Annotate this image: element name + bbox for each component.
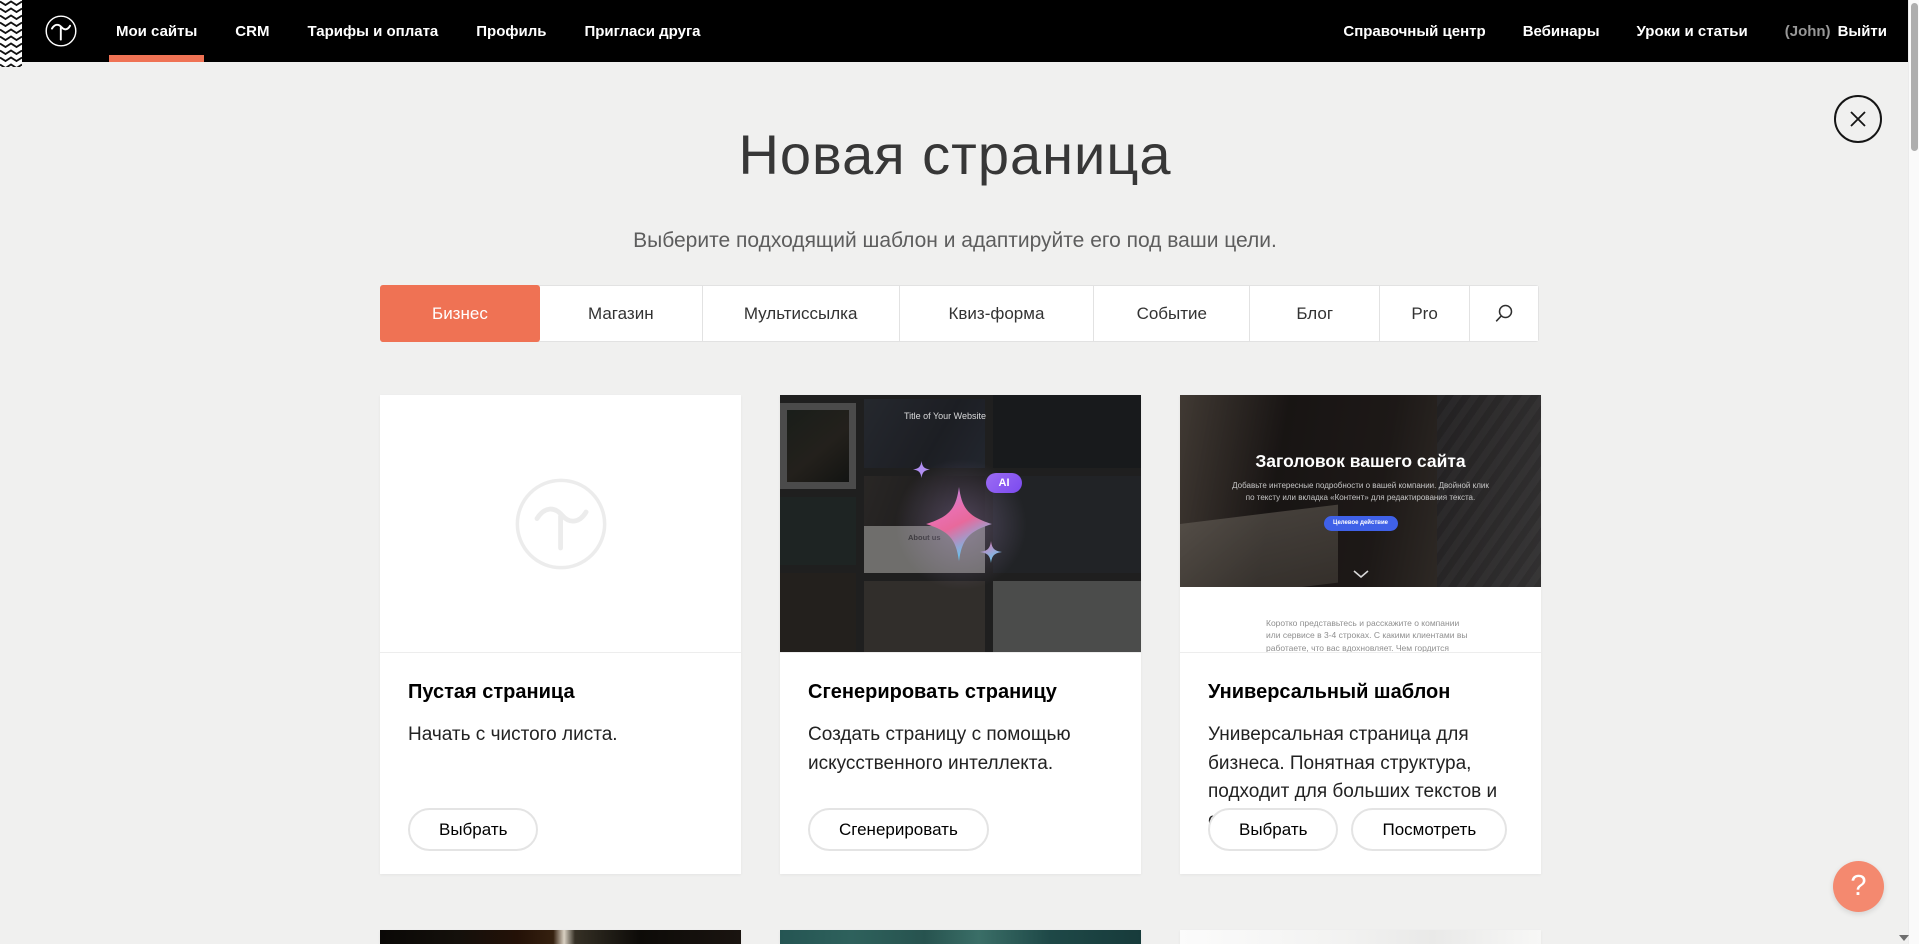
template-card-partial-1[interactable] (380, 930, 741, 944)
blank-page-info: Пустая страница Начать с чистого листа. … (380, 653, 741, 873)
scrollbar-track[interactable] (1908, 0, 1919, 944)
tilda-logo-icon[interactable] (40, 10, 82, 52)
generate-button[interactable]: Сгенерировать (808, 808, 989, 851)
page-title: Новая страница (0, 122, 1910, 187)
preview-site-title: Title of Your Website (880, 411, 1010, 421)
close-button[interactable] (1834, 95, 1882, 143)
tilda-watermark-icon (513, 476, 609, 572)
nav-lessons[interactable]: Уроки и статьи (1637, 0, 1748, 62)
tab-multilink[interactable]: Мультиссылка (703, 286, 900, 341)
new-page-dialog: Мои сайты CRM Тарифы и оплата Профиль Пр… (0, 0, 1919, 944)
generate-page-info: Сгенерировать страницу Создать страницу … (780, 653, 1141, 873)
user-name: (John) (1785, 23, 1831, 40)
template-collage: Title of Your Website About us (780, 395, 1141, 652)
main-menu: Мои сайты CRM Тарифы и оплата Профиль Пр… (116, 0, 701, 62)
nav-webinars[interactable]: Вебинары (1523, 0, 1600, 62)
tab-blog[interactable]: Блог (1250, 286, 1380, 341)
choose-blank-button[interactable]: Выбрать (408, 808, 538, 851)
secondary-menu: Справочный центр Вебинары Уроки и статьи… (1343, 0, 1887, 62)
logout-button[interactable]: (John) Выйти (1785, 0, 1887, 62)
top-nav: Мои сайты CRM Тарифы и оплата Профиль Пр… (0, 0, 1919, 62)
card-title: Сгенерировать страницу (808, 681, 1113, 704)
universal-template-info: Универсальный шаблон Универсальная стран… (1180, 653, 1541, 873)
preview-template-button[interactable]: Посмотреть (1351, 808, 1507, 851)
blank-page-preview[interactable] (380, 395, 741, 653)
tab-quiz-form[interactable]: Квиз-форма (900, 286, 1095, 341)
generate-page-card: Title of Your Website About us (780, 395, 1141, 874)
close-icon (1848, 109, 1868, 129)
search-icon (1494, 304, 1514, 324)
template-grid: Пустая страница Начать с чистого листа. … (380, 395, 1541, 944)
nav-tariffs[interactable]: Тарифы и оплата (307, 0, 438, 62)
card-description: Создать страницу с помощью искусственног… (808, 721, 1113, 778)
universal-template-preview[interactable]: Заголовок вашего сайта Добавьте интересн… (1180, 395, 1541, 653)
logout-label: Выйти (1838, 23, 1887, 40)
preview-hero-heading: Заголовок вашего сайта (1180, 451, 1541, 472)
scroll-down-arrow-icon[interactable] (1899, 935, 1909, 941)
template-card-partial-3[interactable] (1180, 930, 1541, 944)
card-title: Универсальный шаблон (1208, 681, 1513, 704)
choose-template-button[interactable]: Выбрать (1208, 808, 1338, 851)
scrollbar-thumb[interactable] (1911, 3, 1918, 151)
nav-help-center[interactable]: Справочный центр (1343, 0, 1485, 62)
ai-badge: AI (986, 473, 1022, 493)
small-sparkle-icon (980, 541, 1002, 563)
template-thumbnail (380, 930, 741, 944)
tab-search[interactable] (1470, 286, 1538, 341)
generate-page-preview[interactable]: Title of Your Website About us (780, 395, 1141, 653)
preview-hero: Заголовок вашего сайта Добавьте интересн… (1180, 395, 1541, 587)
tab-event[interactable]: Событие (1094, 286, 1250, 341)
nav-crm[interactable]: CRM (235, 0, 269, 62)
page-subtitle: Выберите подходящий шаблон и адаптируйте… (0, 229, 1910, 253)
tilda-zigzag-pattern (0, 0, 22, 67)
card-description: Начать с чистого листа. (408, 721, 713, 750)
tab-business[interactable]: Бизнес (380, 285, 540, 342)
template-thumbnail (1180, 930, 1541, 944)
preview-body-text: Коротко представьтесь и расскажите о ком… (1266, 617, 1471, 653)
question-mark-icon: ? (1850, 870, 1866, 903)
template-thumbnail (780, 930, 1141, 944)
tab-pro[interactable]: Pro (1380, 286, 1470, 341)
nav-invite-friend[interactable]: Пригласи друга (584, 0, 700, 62)
nav-my-sites[interactable]: Мои сайты (116, 0, 197, 62)
help-button[interactable]: ? (1833, 861, 1884, 912)
universal-template-card: Заголовок вашего сайта Добавьте интересн… (1180, 395, 1541, 874)
preview-text-section: Коротко представьтесь и расскажите о ком… (1180, 587, 1541, 653)
preview-hero-subheading: Добавьте интересные подробности о вашей … (1231, 480, 1491, 505)
nav-profile[interactable]: Профиль (476, 0, 546, 62)
small-sparkle-icon (913, 461, 930, 478)
card-title: Пустая страница (408, 681, 713, 704)
chevron-down-icon (1353, 570, 1369, 578)
tab-shop[interactable]: Магазин (540, 286, 703, 341)
blank-page-card: Пустая страница Начать с чистого листа. … (380, 395, 741, 874)
template-card-partial-2[interactable] (780, 930, 1141, 944)
preview-cta-button: Целевое действие (1324, 516, 1398, 531)
template-category-tabs: Бизнес Магазин Мультиссылка Квиз-форма С… (380, 285, 1539, 342)
